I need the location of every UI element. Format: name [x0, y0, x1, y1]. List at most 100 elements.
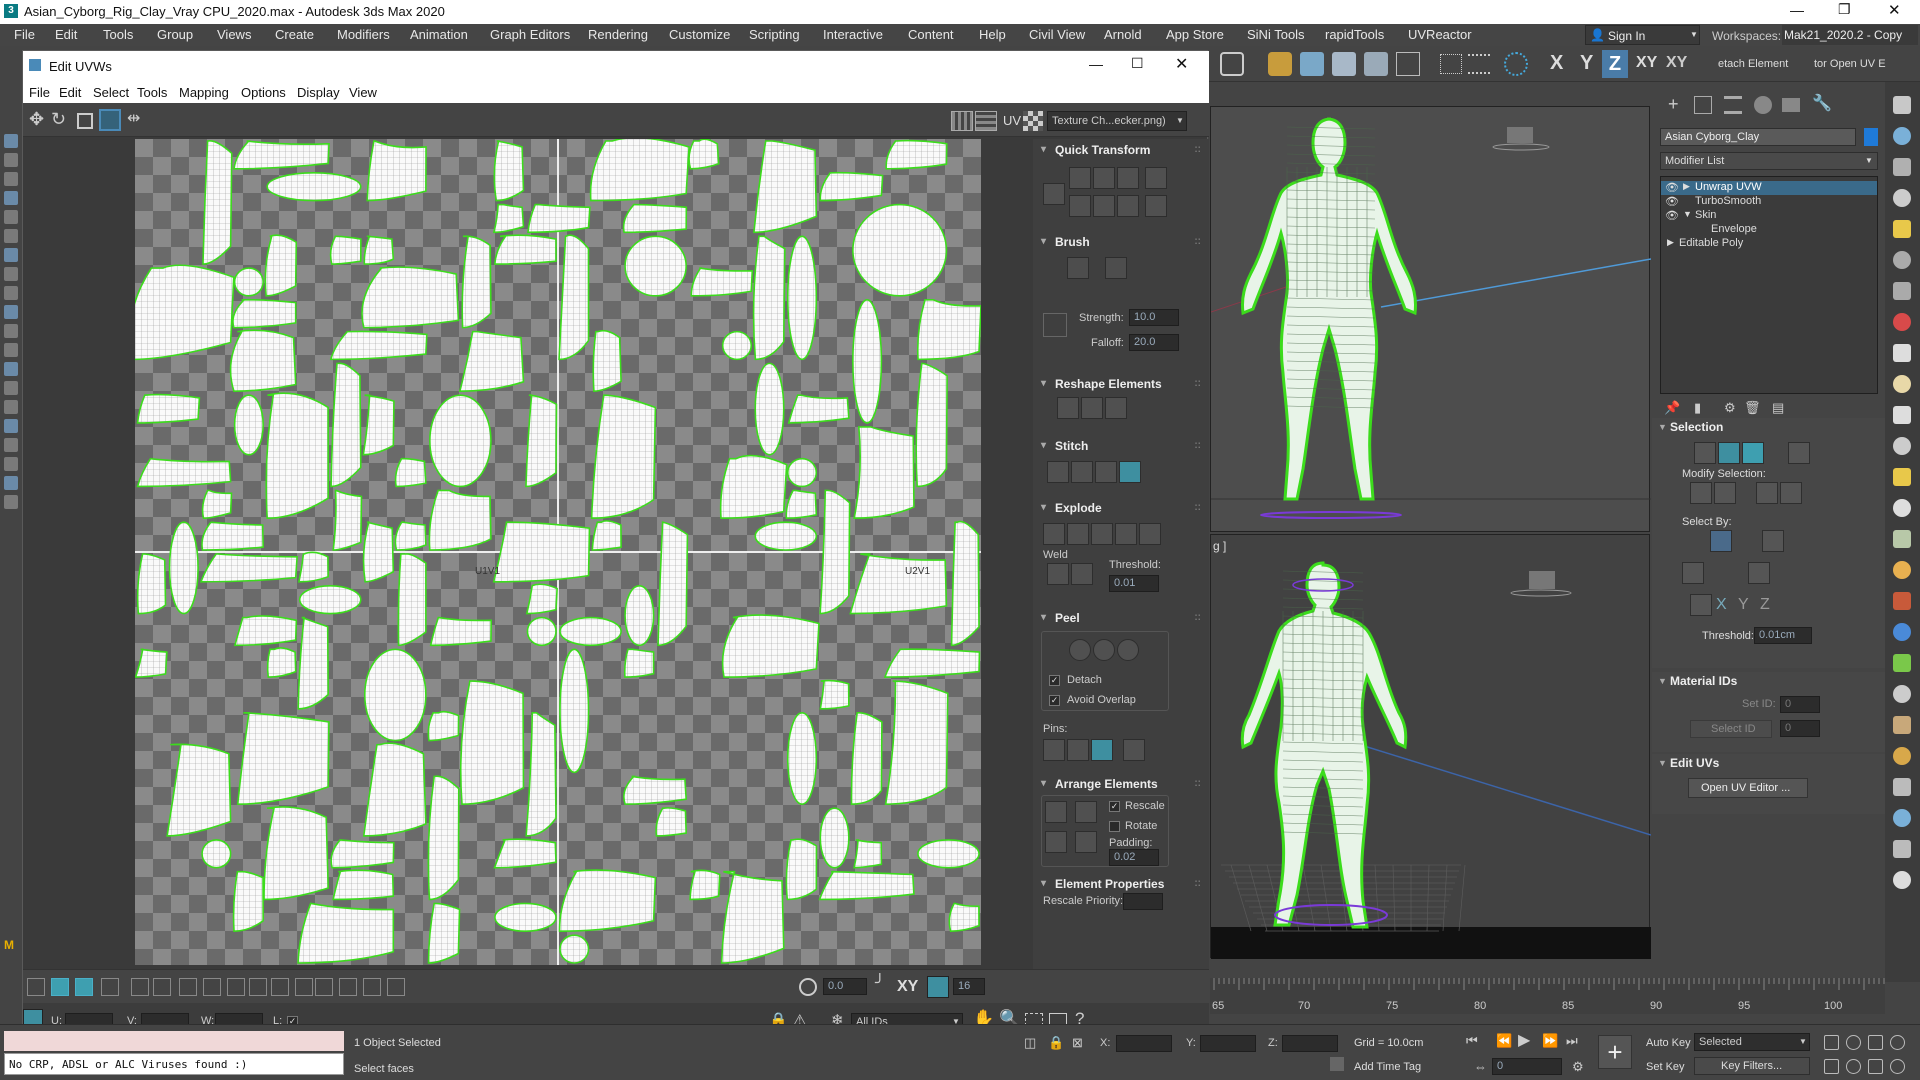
side-tool-icon[interactable] [1893, 623, 1911, 641]
motion-tab-icon[interactable] [1754, 96, 1772, 114]
menu-group[interactable]: Group [157, 27, 193, 42]
rollout-quick-transform[interactable]: Quick Transform [1033, 141, 1209, 159]
menu-views[interactable]: Views [217, 27, 251, 42]
side-tool-icon[interactable] [1893, 685, 1911, 703]
rotate-ccw-icon[interactable] [1117, 195, 1139, 217]
layout-icon[interactable] [1396, 52, 1420, 76]
hierarchy-icon[interactable] [4, 267, 18, 281]
restore-icon[interactable]: ❐ [1838, 1, 1851, 18]
expand-icon[interactable]: ▶ [1667, 237, 1674, 248]
select-by-normal-icon[interactable] [1762, 530, 1784, 552]
ring-icon[interactable] [203, 978, 221, 996]
set-key-plus-icon[interactable]: + [1598, 1035, 1632, 1069]
uv-mode-label[interactable]: UV [1003, 113, 1021, 128]
stack-item-skin[interactable]: 👁 ▼ Skin [1661, 209, 1877, 223]
eye-icon[interactable]: 👁 [1665, 181, 1679, 194]
weld-target-icon[interactable] [1071, 563, 1093, 585]
window-icon[interactable] [4, 495, 18, 509]
set-id-spinner[interactable]: 0 [1780, 696, 1820, 713]
paint-select-icon[interactable] [339, 978, 357, 996]
axis-xy-button[interactable]: XY [1636, 54, 1657, 72]
y-coordinate-field[interactable] [1200, 1035, 1256, 1052]
time-tag-icon[interactable] [1330, 1057, 1344, 1071]
camera-icon[interactable] [4, 362, 18, 376]
pin-selected-icon[interactable] [1043, 739, 1065, 761]
uv-maximize-icon[interactable]: ☐ [1131, 55, 1144, 72]
checker-toggle-icon[interactable] [951, 111, 973, 131]
rotate-checkbox[interactable] [1109, 821, 1120, 832]
zoom-extents-all-icon[interactable] [1890, 1035, 1905, 1050]
display-tab-icon[interactable] [1782, 98, 1800, 112]
stitch-custom-icon[interactable] [1047, 461, 1069, 483]
axis-z-button[interactable]: Z [1602, 50, 1628, 78]
side-tool-icon[interactable] [1893, 592, 1911, 610]
maxscript-label[interactable]: M [4, 938, 14, 952]
element-mode-icon[interactable] [101, 978, 119, 996]
modifier-list-dropdown[interactable]: Modifier List ▼ [1660, 152, 1878, 170]
open-uv-editor-button[interactable]: Open UV Editor ... [1688, 778, 1808, 798]
rollout-peel[interactable]: Peel [1033, 609, 1209, 627]
side-tool-icon[interactable] [1893, 654, 1911, 672]
texture-dropdown[interactable]: Texture Ch...ecker.png) ▼ [1047, 111, 1187, 131]
shrink-icon[interactable] [153, 978, 171, 996]
rollout-arrange-elements[interactable]: Arrange Elements [1033, 775, 1209, 793]
modify-tab-icon[interactable] [1694, 96, 1712, 114]
grow-selection-icon[interactable] [1690, 482, 1712, 504]
reset-peel-icon[interactable] [1117, 639, 1139, 661]
menu-rendering[interactable]: Rendering [588, 27, 648, 42]
lasso-icon[interactable] [4, 457, 18, 471]
stack-item-editable-poly[interactable]: ▶ Editable Poly [1661, 237, 1877, 251]
snap-icon[interactable] [1220, 52, 1244, 76]
pack-together-icon[interactable] [1045, 831, 1067, 853]
falloff-spinner[interactable]: 20.0 [1129, 334, 1179, 351]
grid-size-spinner[interactable]: 16 [953, 978, 985, 995]
flatten-by-polygon-icon[interactable] [1139, 523, 1161, 545]
next-frame-icon[interactable]: ⏩ [1542, 1033, 1558, 1049]
menu-create[interactable]: Create [275, 27, 314, 42]
configure-sets-icon[interactable]: ▤ [1772, 400, 1784, 416]
axis-x-button[interactable]: X [1550, 52, 1563, 75]
maxscript-listener-top[interactable] [4, 1031, 344, 1051]
weld-selected-icon[interactable] [1047, 563, 1069, 585]
viewport-perspective[interactable]: g ] [1210, 534, 1651, 959]
uv-menu-edit[interactable]: Edit [59, 85, 81, 100]
axis-x-icon[interactable]: X [1716, 596, 1727, 614]
element-select-icon[interactable] [1788, 442, 1810, 464]
absolute-mode-icon[interactable]: ⊠ [1072, 1035, 1083, 1051]
go-to-end-icon[interactable]: ⏭ [1566, 1033, 1578, 1049]
uv-menu-options[interactable]: Options [241, 85, 286, 100]
set-key-button[interactable]: Set Key [1646, 1061, 1685, 1073]
shrink-loop-icon[interactable] [249, 978, 267, 996]
previous-frame-icon[interactable]: ⏪ [1496, 1033, 1512, 1049]
material-ids-title[interactable]: Material IDs [1670, 674, 1737, 688]
paint-brush-icon[interactable] [1067, 257, 1089, 279]
relax-icon[interactable] [1081, 397, 1103, 419]
space-vertical-icon[interactable] [1145, 195, 1167, 217]
collapse-icon[interactable]: ▼ [1658, 422, 1667, 432]
filter-icon[interactable] [4, 438, 18, 452]
select-uv-seam-icon[interactable] [1690, 594, 1712, 616]
render-icon[interactable] [1332, 52, 1356, 76]
uv-menu-tools[interactable]: Tools [137, 85, 167, 100]
xy-toggle[interactable]: XY [897, 978, 918, 996]
angle-spinner[interactable]: 0.0 [823, 978, 867, 995]
key-mode-icon[interactable]: ⇔ [1474, 1059, 1487, 1075]
minimize-icon[interactable]: — [1790, 2, 1804, 18]
side-tool-icon[interactable] [1893, 809, 1911, 827]
system-icon[interactable] [4, 419, 18, 433]
brush-select-icon[interactable] [387, 978, 405, 996]
eye-icon[interactable]: 👁 [1665, 209, 1679, 222]
unpin-selected-icon[interactable] [1067, 739, 1089, 761]
helper-icon[interactable] [4, 381, 18, 395]
add-time-tag[interactable]: Add Time Tag [1354, 1061, 1421, 1073]
auto-key-button[interactable]: Auto Key [1646, 1037, 1691, 1049]
peel-mode-icon[interactable] [1093, 639, 1115, 661]
side-tool-icon[interactable] [1893, 158, 1911, 176]
side-tool-icon[interactable] [1893, 313, 1911, 331]
side-tool-icon[interactable] [1893, 561, 1911, 579]
stitch-target-icon[interactable] [1119, 461, 1141, 483]
viewport-label[interactable]: g ] [1213, 539, 1226, 553]
maxscript-listener-output[interactable]: No CRP, ADSL or ALC Viruses found :) [4, 1053, 344, 1075]
axis-y-icon[interactable]: Y [1738, 596, 1749, 614]
ignore-backfacing-icon[interactable] [1682, 562, 1704, 584]
